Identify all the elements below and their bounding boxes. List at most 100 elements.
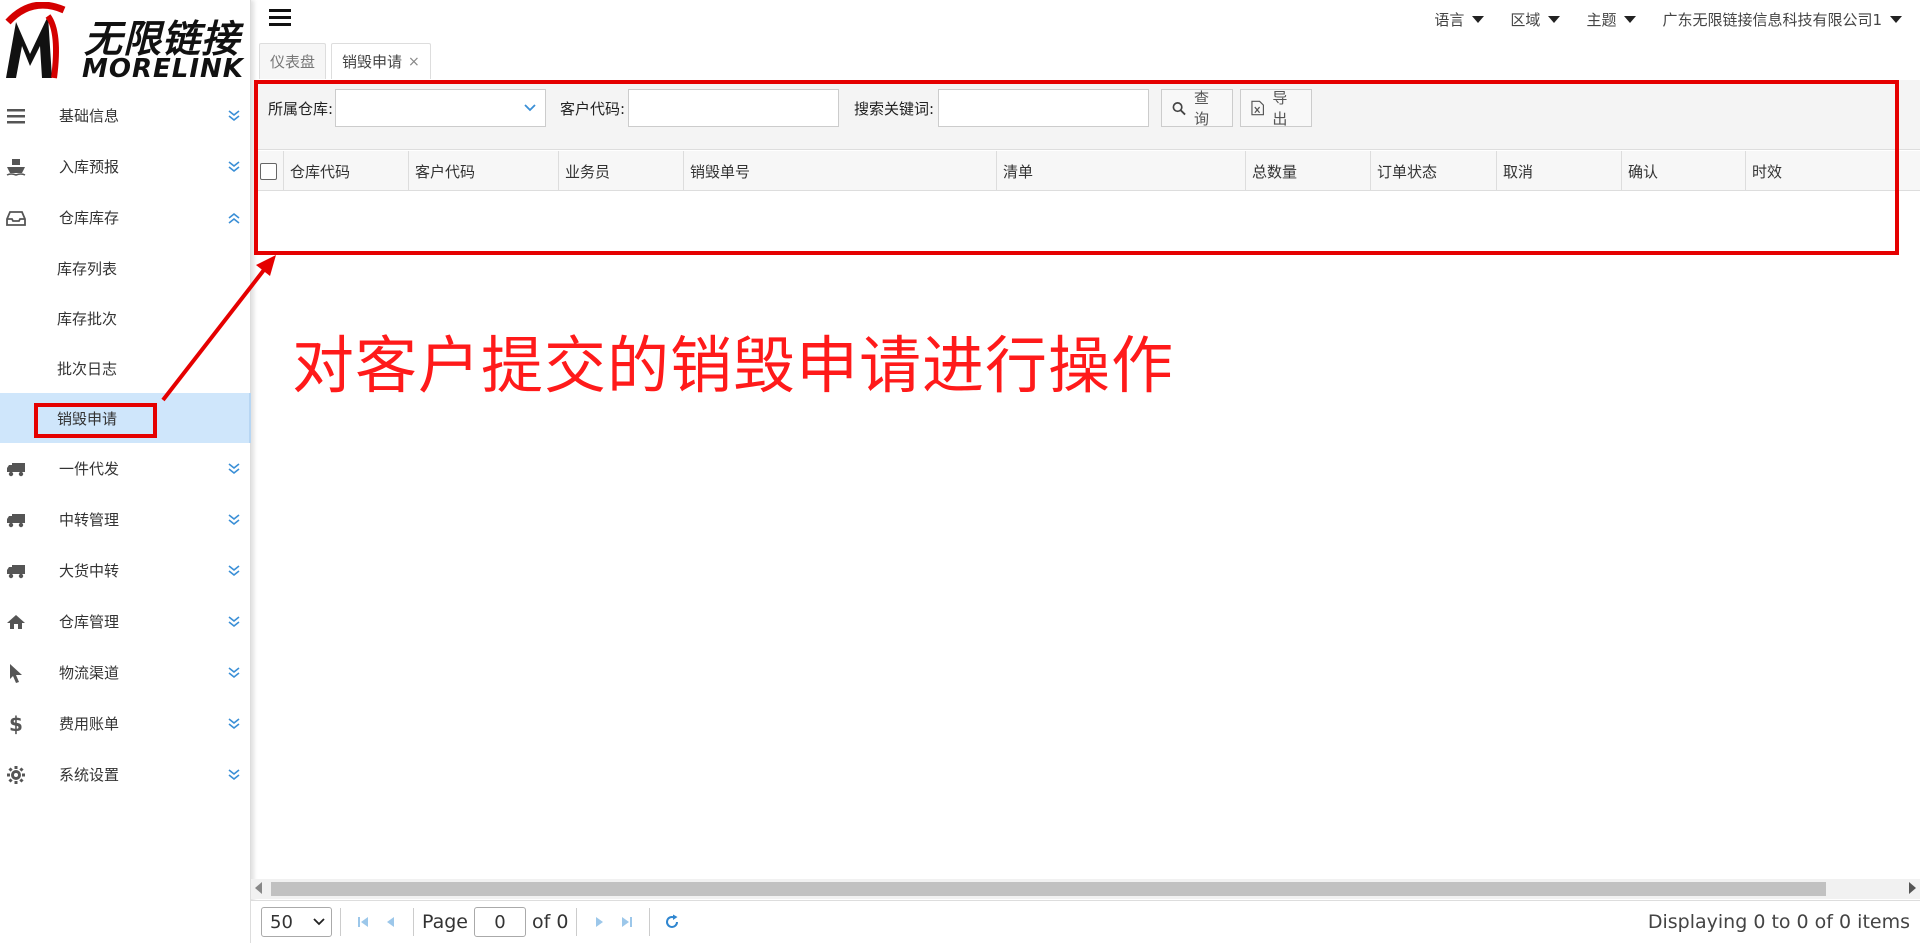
theme-label: 主题: [1586, 11, 1617, 29]
region-label: 区域: [1510, 11, 1541, 29]
top-menu: 语言 区域 主题 广东无限链接信息科技有限公司1: [1434, 9, 1902, 30]
search-icon: [1172, 101, 1186, 115]
region-dropdown[interactable]: 区域: [1510, 9, 1561, 30]
query-button[interactable]: 查询: [1161, 89, 1233, 128]
logo[interactable]: 无限链接 MORELINK: [0, 0, 251, 84]
company-label: 广东无限链接信息科技有限公司1: [1662, 11, 1882, 29]
language-dropdown[interactable]: 语言: [1434, 9, 1485, 30]
chevron-double-down-icon: [228, 513, 240, 525]
tab-label: 销毁申请: [342, 53, 403, 71]
column-header[interactable]: 订单状态: [1371, 151, 1497, 191]
sidebar-subitem-inventory-list[interactable]: 库存列表: [0, 243, 251, 293]
warehouse-select[interactable]: [335, 89, 546, 127]
sidebar-item-dropshipping[interactable]: 一件代发: [0, 443, 251, 494]
ship-icon: [6, 157, 26, 177]
sidebar-item-billing[interactable]: $ 费用账单: [0, 698, 251, 749]
excel-file-icon: [1251, 100, 1264, 116]
sidebar-item-label: 入库预报: [59, 158, 120, 176]
sidebar-item-label: 大货中转: [59, 562, 120, 580]
sidebar-item-label: 基础信息: [59, 107, 120, 125]
destroy-request-panel: 所属仓库: 客户代码: 搜索关键词: 查询 导出 仓库代码 客户代码 业务员 销…: [254, 80, 1920, 255]
page-number-value: 0: [494, 911, 506, 933]
sidebar-item-label: 费用账单: [59, 715, 120, 733]
column-header[interactable]: 取消: [1497, 151, 1622, 191]
sidebar-subitem-inventory-batch[interactable]: 库存批次: [0, 293, 251, 343]
caret-down-icon: [1548, 16, 1561, 23]
page-total-label: of 0: [532, 911, 569, 933]
tab-destroy-request[interactable]: 销毁申请 ×: [331, 43, 431, 79]
column-header[interactable]: 总数量: [1246, 151, 1371, 191]
separator: [340, 908, 341, 936]
column-header-label: 清单: [1003, 162, 1034, 181]
theme-dropdown[interactable]: 主题: [1586, 9, 1637, 30]
chevron-down-icon: [524, 104, 536, 112]
page-number-input[interactable]: 0: [474, 907, 526, 937]
page-size-select[interactable]: 50: [261, 907, 332, 937]
sidebar-item-basic-info[interactable]: 基础信息: [0, 90, 251, 141]
scroll-left-icon[interactable]: [255, 882, 262, 894]
annotation-highlight-menu-box: [34, 403, 157, 438]
company-dropdown[interactable]: 广东无限链接信息科技有限公司1: [1662, 9, 1902, 30]
truck-icon: [6, 561, 26, 581]
keyword-input[interactable]: [938, 89, 1149, 127]
column-header[interactable]: 确认: [1622, 151, 1746, 191]
tab-dashboard[interactable]: 仪表盘: [259, 43, 327, 79]
sidebar-item-transit-management[interactable]: 中转管理: [0, 494, 251, 545]
export-button-label: 导出: [1272, 89, 1288, 128]
column-header[interactable]: 业务员: [559, 151, 684, 191]
menu-toggle-icon[interactable]: [269, 9, 291, 29]
column-header-label: 总数量: [1252, 162, 1298, 181]
column-header[interactable]: 销毁单号: [684, 151, 997, 191]
horizontal-scrollbar[interactable]: [251, 879, 1920, 899]
sidebar-subitem-label: 库存列表: [57, 259, 118, 278]
chevron-double-up-icon: [228, 212, 240, 224]
chevron-double-down-icon: [228, 615, 240, 627]
prev-page-icon[interactable]: [377, 908, 405, 936]
sidebar-item-logistics-channel[interactable]: 物流渠道: [0, 647, 251, 698]
refresh-icon[interactable]: [658, 908, 686, 936]
column-header-label: 客户代码: [415, 162, 476, 181]
warehouse-label: 所属仓库:: [268, 100, 334, 118]
column-header[interactable]: 时效: [1746, 151, 1896, 191]
sidebar-item-warehouse-management[interactable]: 仓库管理: [0, 596, 251, 647]
first-page-icon[interactable]: [349, 908, 377, 936]
chevron-down-icon: [313, 918, 325, 926]
scrollbar-thumb[interactable]: [271, 882, 1826, 896]
column-header[interactable]: 清单: [997, 151, 1246, 191]
column-header-label: 确认: [1628, 162, 1659, 181]
next-page-icon[interactable]: [585, 908, 613, 936]
topbar: 语言 区域 主题 广东无限链接信息科技有限公司1: [251, 0, 1920, 40]
chevron-double-down-icon: [228, 160, 240, 172]
sidebar-subitem-batch-log[interactable]: 批次日志: [0, 343, 251, 393]
chevron-double-down-icon: [228, 462, 240, 474]
query-button-label: 查询: [1194, 89, 1210, 128]
sidebar-item-warehouse-inventory[interactable]: 仓库库存: [0, 192, 251, 243]
caret-down-icon: [1890, 16, 1902, 23]
page-size-value: 50: [270, 911, 293, 933]
caret-down-icon: [1624, 16, 1637, 23]
sidebar-item-inbound-forecast[interactable]: 入库预报: [0, 141, 251, 192]
select-all-checkbox[interactable]: [260, 162, 277, 180]
export-button[interactable]: 导出: [1240, 89, 1312, 128]
sidebar-item-bulk-transit[interactable]: 大货中转: [0, 545, 251, 596]
sidebar-item-label: 仓库管理: [59, 613, 120, 631]
dollar-icon: $: [9, 711, 23, 736]
column-header[interactable]: 仓库代码: [284, 151, 409, 191]
chevron-double-down-icon: [228, 666, 240, 678]
search-toolbar: 所属仓库: 客户代码: 搜索关键词: 查询 导出: [254, 80, 1920, 150]
grid-select-all[interactable]: [254, 151, 284, 191]
column-header-label: 销毁单号: [690, 162, 751, 181]
column-header[interactable]: 客户代码: [409, 151, 559, 191]
grid-header: 仓库代码 客户代码 业务员 销毁单号 清单 总数量 订单状态 取消 确认 时效: [254, 151, 1920, 191]
close-icon[interactable]: ×: [408, 54, 420, 70]
last-page-icon[interactable]: [613, 908, 641, 936]
sidebar-item-system-settings[interactable]: 系统设置: [0, 749, 251, 800]
separator: [649, 908, 651, 936]
scroll-right-icon[interactable]: [1909, 882, 1916, 894]
column-header-label: 仓库代码: [290, 162, 351, 181]
customer-code-input[interactable]: [628, 89, 839, 127]
sidebar: 无限链接 MORELINK 基础信息 入库预报 仓库库存 库存列表 库存批次 批…: [0, 0, 251, 943]
morelink-logo-icon: [5, 2, 66, 79]
sidebar-item-label: 中转管理: [59, 511, 120, 529]
language-label: 语言: [1434, 11, 1465, 29]
